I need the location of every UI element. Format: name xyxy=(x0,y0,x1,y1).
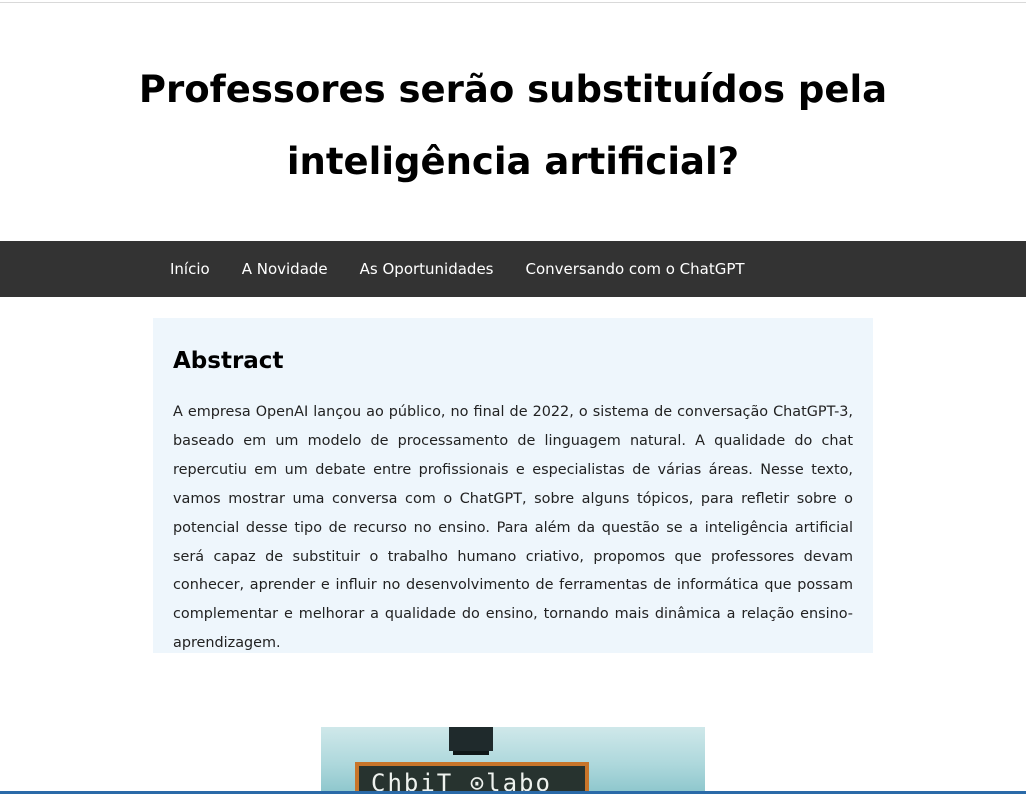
nav-item-inicio: Início xyxy=(154,241,226,297)
chalkboard-illustration: ChbiT ⊙labo xyxy=(355,727,589,794)
lamp-base xyxy=(453,751,489,755)
main-navigation: Início A Novidade As Oportunidades Conve… xyxy=(0,241,1026,297)
abstract-text: A empresa OpenAI lançou ao público, no f… xyxy=(173,404,853,652)
nav-item-as-oportunidades: As Oportunidades xyxy=(344,241,510,297)
chalkboard-image: ChbiT ⊙labo xyxy=(321,727,705,794)
nav-link-conversando-com-o-chatgpt[interactable]: Conversando com o ChatGPT xyxy=(510,241,761,297)
top-divider xyxy=(0,2,1026,3)
lamp-fixture xyxy=(449,727,493,751)
nav-item-a-novidade: A Novidade xyxy=(226,241,344,297)
abstract-section: Abstract A empresa OpenAI lançou ao públ… xyxy=(153,318,873,653)
nav-item-conversando-com-o-chatgpt: Conversando com o ChatGPT xyxy=(510,241,761,297)
abstract-heading: Abstract xyxy=(173,348,284,374)
nav-link-as-oportunidades[interactable]: As Oportunidades xyxy=(344,241,510,297)
nav-list: Início A Novidade As Oportunidades Conve… xyxy=(154,241,761,297)
nav-link-inicio[interactable]: Início xyxy=(154,241,226,297)
nav-link-a-novidade[interactable]: A Novidade xyxy=(226,241,344,297)
page-title: Professores serão substituídos pela inte… xyxy=(138,68,888,183)
